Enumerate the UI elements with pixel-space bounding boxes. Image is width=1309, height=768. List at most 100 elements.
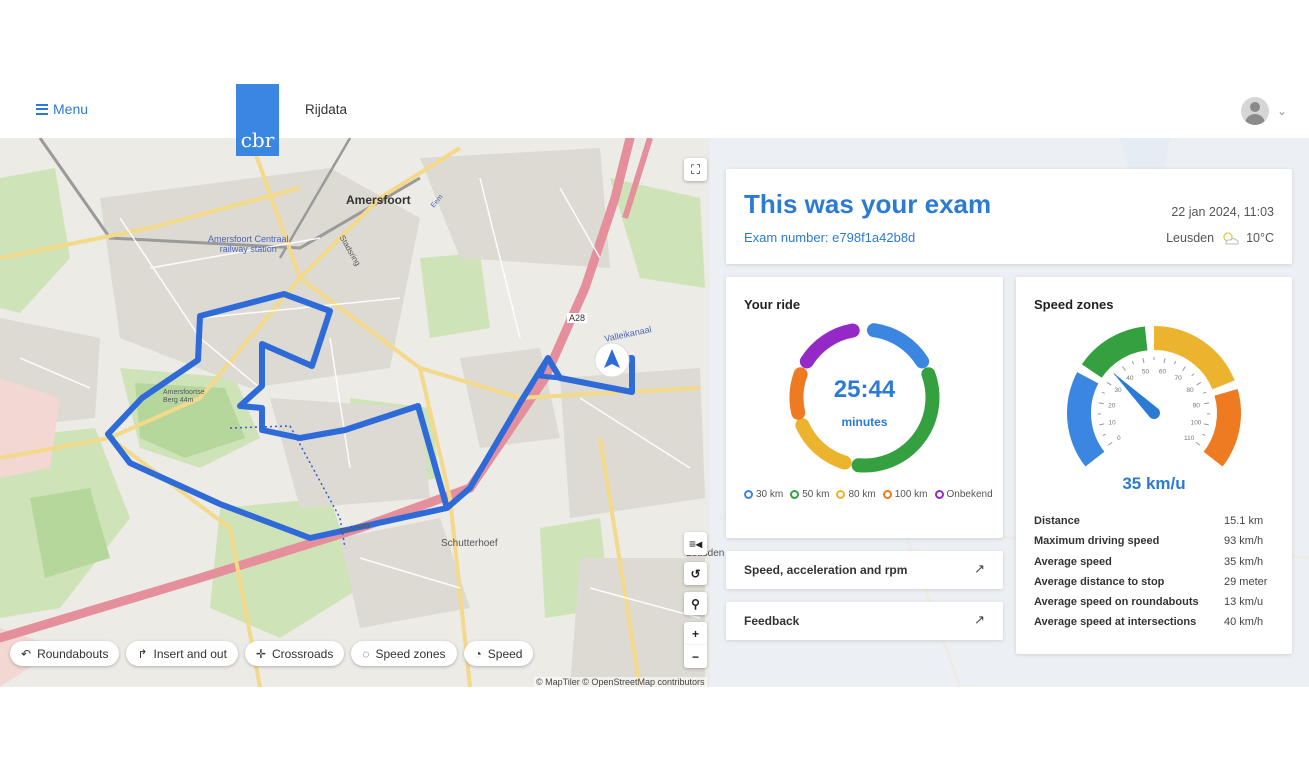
stat-label: Average speed at intersections bbox=[1034, 616, 1197, 629]
filter-speed-zones[interactable]: ◌ Speed zones bbox=[351, 641, 457, 666]
map-a28-label: A28 bbox=[567, 313, 588, 323]
exam-temperature: 10°C bbox=[1246, 231, 1274, 245]
stat-row: Average speed at intersections 40 km/h bbox=[1034, 616, 1274, 636]
logo-text: cbr bbox=[240, 128, 275, 152]
legend-label: 80 km bbox=[848, 489, 876, 500]
app-name: Rijdata bbox=[305, 102, 348, 117]
gauge-tick bbox=[1191, 373, 1195, 377]
donut-segment bbox=[799, 323, 860, 369]
gauge-tick bbox=[1098, 402, 1104, 405]
stat-row: Maximum driving speed 93 km/h bbox=[1034, 535, 1274, 555]
speed-zones-title: Speed zones bbox=[1034, 297, 1114, 312]
gauge-tick bbox=[1142, 358, 1145, 364]
gauge-band bbox=[1203, 389, 1241, 467]
legend-dot bbox=[836, 490, 846, 499]
map-hill-label: Amersfoortse Berg 44m bbox=[163, 389, 205, 404]
legend-label: 100 km bbox=[894, 489, 928, 500]
speed-acceleration-link[interactable]: Speed, acceleration and rpm ↗ bbox=[726, 551, 1003, 589]
gauge-tick-label: 70 bbox=[1174, 375, 1182, 382]
stat-row: Average distance to stop 29 meter bbox=[1034, 576, 1274, 596]
legend-dot bbox=[934, 490, 944, 499]
filter-speed[interactable]: ◔ Speed bbox=[463, 641, 534, 666]
speed-gauge: 0 10 20 30 40 50 60 70 80 90 100 110 35 km/u bbox=[1067, 326, 1241, 493]
gauge-tick bbox=[1163, 358, 1166, 364]
gauge-tick-label: 10 bbox=[1108, 420, 1116, 427]
exam-card: This was your exam Exam number: e798f1a4… bbox=[726, 169, 1292, 264]
crossroads-icon: ✛ bbox=[255, 646, 266, 661]
fullscreen-icon: ⛶ bbox=[690, 161, 701, 177]
gauge-tick bbox=[1101, 391, 1105, 394]
video-button[interactable]: ≡◂ bbox=[684, 532, 707, 555]
gauge-tick-label: 0 bbox=[1117, 435, 1121, 442]
legend-label: 30 km bbox=[756, 489, 784, 500]
map-filter-bar: ↶ Roundabouts ↱ Insert and out ✛ Crossroads… bbox=[10, 641, 534, 666]
stat-value: 29 meter bbox=[1224, 575, 1268, 588]
loop-icon: ↺ bbox=[690, 566, 701, 581]
minus-icon: − bbox=[691, 649, 699, 664]
gauge-tick bbox=[1195, 441, 1201, 446]
filter-label: Crossroads bbox=[271, 646, 334, 661]
donut-segment bbox=[866, 323, 930, 369]
arrow-up-right-icon: ↗ bbox=[974, 612, 985, 627]
gauge-tick bbox=[1106, 381, 1112, 386]
filter-insert-out[interactable]: ↱ Insert and out bbox=[126, 641, 238, 666]
cbr-logo[interactable]: cbr bbox=[236, 84, 279, 156]
partly-cloudy-icon bbox=[1220, 230, 1240, 246]
filter-label: Roundabouts bbox=[37, 646, 109, 661]
ride-time-unit: minutes bbox=[841, 415, 888, 429]
gauge-tick bbox=[1204, 402, 1210, 405]
ride-legend: 30 km 50 km 80 km 100 km Onbekend bbox=[744, 489, 994, 500]
filter-roundabouts[interactable]: ↶ Roundabouts bbox=[10, 641, 120, 666]
fullscreen-button[interactable]: ⛶ bbox=[684, 158, 707, 181]
gauge-tick-label: 100 bbox=[1191, 420, 1202, 427]
gauge-tick-label: 30 bbox=[1114, 387, 1122, 394]
stat-label: Average speed bbox=[1034, 555, 1112, 568]
gauge-tick bbox=[1182, 366, 1186, 372]
link-label: Feedback bbox=[744, 614, 800, 628]
gauge-tick bbox=[1174, 361, 1177, 365]
ride-title: Your ride bbox=[744, 297, 801, 312]
legend-item: 50 km bbox=[790, 489, 829, 500]
gauge-tick bbox=[1102, 433, 1106, 436]
exam-number: Exam number: e798f1a42b8d bbox=[744, 230, 916, 245]
location-pin-button[interactable]: ⚲ bbox=[684, 592, 707, 615]
map-city-label: Amersfoort bbox=[346, 193, 411, 207]
gauge-tick bbox=[1202, 433, 1206, 436]
map-schutterhoef-label: Schutterhoef bbox=[441, 538, 498, 549]
menu-label: Menu bbox=[53, 101, 89, 117]
feedback-link[interactable]: Feedback ↗ bbox=[726, 602, 1003, 640]
gauge-band bbox=[1067, 372, 1105, 467]
route-replay-button[interactable]: ↺ bbox=[684, 562, 707, 585]
ride-time: 25:44 bbox=[833, 376, 896, 403]
chevron-down-icon[interactable]: ⌄ bbox=[1277, 104, 1287, 118]
legend-item: 30 km bbox=[744, 489, 783, 500]
ride-card: Your ride 25:44 minutes 30 km 50 km 80 km 1… bbox=[726, 277, 1003, 538]
gauge-tick bbox=[1099, 423, 1105, 426]
stat-label: Maximum driving speed bbox=[1034, 535, 1160, 548]
map-station-label: Amersfoort Centraal railway station bbox=[208, 234, 289, 254]
gauge-band bbox=[1081, 326, 1148, 379]
exam-location: Leusden bbox=[1166, 231, 1215, 245]
map-attribution[interactable]: © MapTiler © OpenStreetMap contributors bbox=[534, 677, 707, 687]
stat-row: Average speed on roundabouts 13 km/u bbox=[1034, 596, 1274, 616]
zoom-in-button[interactable]: + bbox=[684, 622, 707, 645]
filter-label: Insert and out bbox=[153, 646, 227, 661]
plus-icon: + bbox=[691, 626, 699, 641]
filter-crossroads[interactable]: ✛ Crossroads bbox=[244, 641, 345, 666]
stat-row: Average speed 35 km/h bbox=[1034, 556, 1274, 576]
menu-button[interactable]: Menu bbox=[36, 101, 88, 117]
filter-label: Speed zones bbox=[375, 646, 446, 661]
arrow-up-right-icon: ↗ bbox=[974, 561, 985, 576]
user-avatar[interactable] bbox=[1241, 97, 1269, 125]
zoom-out-button[interactable]: − bbox=[684, 645, 707, 668]
gauge-tick bbox=[1196, 381, 1202, 386]
legend-dot bbox=[744, 490, 753, 499]
gauge-tick bbox=[1203, 423, 1209, 426]
stat-value: 93 km/h bbox=[1224, 535, 1264, 548]
stat-row: Distance 15.1 km bbox=[1034, 515, 1274, 535]
legend-label: 50 km bbox=[802, 489, 830, 500]
gauge-tick bbox=[1107, 441, 1113, 446]
map-pin-icon: ⚲ bbox=[691, 596, 700, 611]
app-root: Menu cbr Rijdata ⌄ Amersfoort Amersfoort… bbox=[0, 0, 1309, 768]
stat-value: 13 km/u bbox=[1224, 596, 1264, 609]
